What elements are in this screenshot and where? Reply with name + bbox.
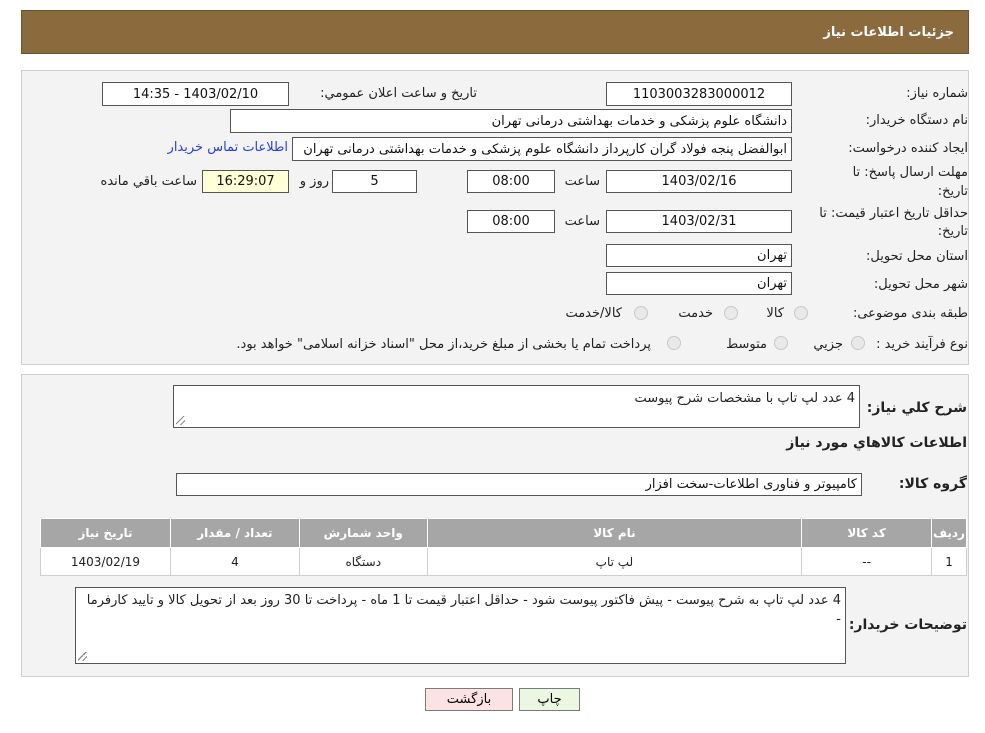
price-validity-label: حداقل تاريخ اعتبار قيمت: تا [819, 206, 968, 221]
buyer-org-label: نام دستگاه خريدار: [865, 113, 968, 128]
goods-info-heading: اطلاعات کالاهاي مورد نياز [786, 435, 967, 451]
cell-quantity: 4 [169, 547, 300, 576]
process-label: نوع فرآيند خريد : [876, 337, 968, 352]
reply-date-field: 1403/02/16 [606, 170, 792, 193]
city-label: شهر محل تحويل: [873, 277, 968, 292]
page-title: جزئیات اطلاعات نیاز [823, 24, 954, 40]
buyer-notes-textarea: 4 عدد لپ تاپ به شرح پیوست - پیش فاکتور پ… [75, 587, 846, 664]
col-goods-name: نام کالا [426, 518, 803, 548]
need-summary-label: شرح کلي نياز: [866, 400, 967, 416]
payment-checkbox[interactable] [667, 336, 681, 350]
col-goods-code: کد کالا [801, 518, 933, 548]
goods-group-field: کامپیوتر و فناوری اطلاعات-سخت افزار [176, 473, 862, 496]
remaining-time-label: ساعت باقي مانده [100, 174, 197, 189]
reply-deadline-label: مهلت ارسال پاسخ: تا [852, 165, 968, 180]
page-header: جزئیات اطلاعات نیاز [21, 10, 969, 54]
reply-time-field: 08:00 [467, 170, 555, 193]
col-quantity: تعداد / مقدار [169, 518, 300, 548]
buyer-notes-text: 4 عدد لپ تاپ به شرح پیوست - پیش فاکتور پ… [86, 593, 841, 627]
col-unit: واحد شمارش [298, 518, 428, 548]
price-date-field: 1403/02/31 [606, 210, 792, 233]
remaining-time-field: 16:29:07 [202, 170, 289, 193]
category-label: طبقه بندی موضوعی: [852, 306, 968, 321]
need-number-label: شماره نیاز: [906, 86, 968, 101]
print-button[interactable]: چاپ [519, 688, 580, 711]
price-time-label: ساعت [564, 214, 600, 229]
cell-row-number: 1 [931, 547, 967, 576]
need-number-field: 1103003283000012 [606, 82, 792, 106]
process-payment-note: پرداخت تمام يا بخشی از مبلغ خريد،از محل … [236, 337, 651, 352]
process-option-minor: جزيي [813, 337, 843, 352]
table-row: 1 -- لپ تاپ دستگاه 4 1403/02/19 [40, 547, 967, 576]
price-validity-label-date: تاريخ: [937, 224, 968, 239]
price-time-field: 08:00 [467, 210, 555, 233]
col-need-date: تاريخ نياز [40, 518, 171, 548]
goods-table: رديف کد کالا نام کالا واحد شمارش تعداد /… [40, 518, 967, 576]
need-summary-text: 4 عدد لپ تاپ با مشخصات شرح پیوست [634, 391, 856, 406]
reply-deadline-label-date: تاريخ: [937, 184, 968, 199]
buyer-org-field: دانشگاه علوم پزشکی و خدمات بهداشتی درمان… [230, 109, 792, 133]
city-field: تهران [606, 272, 792, 295]
need-summary-textarea: 4 عدد لپ تاپ با مشخصات شرح پیوست [173, 385, 860, 428]
creator-label: ايجاد کننده درخواست: [848, 141, 968, 156]
process-option-medium: متوسط [726, 337, 767, 352]
process-radio-medium[interactable] [774, 336, 788, 350]
goods-group-label: گروه کالا: [898, 476, 967, 492]
col-row-number: رديف [931, 518, 967, 548]
category-option-goods-service: کالا/خدمت [565, 306, 622, 321]
cell-need-date: 1403/02/19 [40, 547, 171, 576]
category-option-goods: کالا [766, 306, 784, 321]
back-button[interactable]: بازگشت [425, 688, 513, 711]
resize-grip-icon[interactable] [176, 416, 185, 425]
reply-time-label: ساعت [564, 174, 600, 189]
cell-unit: دستگاه [298, 547, 428, 576]
announce-date-label: تاریخ و ساعت اعلان عمومي: [320, 86, 477, 101]
days-label: روز و [299, 174, 329, 189]
goods-table-header: رديف کد کالا نام کالا واحد شمارش تعداد /… [40, 518, 967, 548]
category-option-service: خدمت [678, 306, 713, 321]
cell-goods-name: لپ تاپ [426, 547, 803, 576]
buyer-notes-label: توضيحات خريدار: [848, 617, 967, 633]
category-radio-service[interactable] [724, 306, 738, 320]
process-radio-minor[interactable] [851, 336, 865, 350]
category-radio-goods-service[interactable] [634, 306, 648, 320]
remaining-days-field: 5 [332, 170, 417, 193]
resize-grip-icon[interactable] [78, 652, 87, 661]
announce-date-field: 1403/02/10 - 14:35 [102, 82, 289, 106]
cell-goods-code: -- [801, 547, 933, 576]
creator-field: ابوالفضل پنجه فولاد گران کارپرداز دانشگا… [292, 137, 792, 161]
buyer-contact-link[interactable]: اطلاعات تماس خريدار [168, 140, 288, 155]
province-label: استان محل تحويل: [866, 249, 968, 264]
province-field: تهران [606, 244, 792, 267]
category-radio-goods[interactable] [794, 306, 808, 320]
